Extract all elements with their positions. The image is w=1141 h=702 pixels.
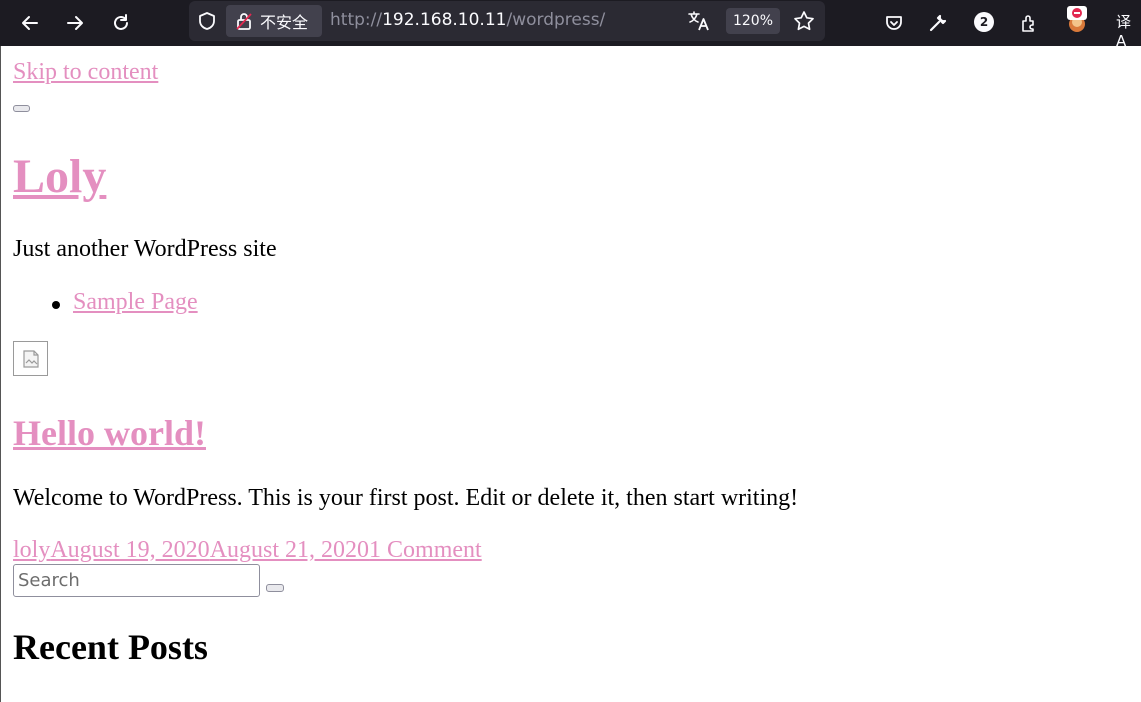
language-icon[interactable]: 译A [1116,11,1141,50]
shield-icon[interactable] [197,11,217,31]
search-input[interactable] [13,564,260,597]
browser-toolbar: 不安全 http://192.168.10.11/wordpress/ 120%… [0,0,1141,50]
post-meta: lolyAugust 19, 2020August 21, 20201 Comm… [13,537,482,564]
forward-icon[interactable] [60,8,90,38]
nav-item-sample-page[interactable]: Sample Page [73,289,198,316]
security-label: 不安全 [260,13,309,32]
url-path: /wordpress/ [506,10,606,30]
window-edge [0,46,1,702]
post-date-link[interactable]: August 19, 2020August 21, 2020 [50,537,369,563]
nav-bullet [52,301,60,309]
url-text[interactable]: http://192.168.10.11/wordpress/ [330,10,605,30]
translate-icon[interactable] [687,10,711,32]
skip-to-content-link[interactable]: Skip to content [13,59,158,86]
post-comments-link[interactable]: 1 Comment [369,537,482,563]
recent-posts-heading: Recent Posts [13,627,208,667]
url-bar[interactable]: 不安全 http://192.168.10.11/wordpress/ 120% [189,1,825,41]
insecure-lock-icon [234,11,254,31]
menu-toggle-button[interactable] [13,105,30,112]
zoom-level-button[interactable]: 120% [726,8,780,34]
pocket-icon[interactable] [879,8,909,38]
bookmark-star-icon[interactable] [793,10,815,32]
back-icon[interactable] [15,8,45,38]
updated-date: August 21, 2020 [209,537,370,563]
post-excerpt: Welcome to WordPress. This is your first… [13,485,799,511]
search-submit-button[interactable] [266,584,284,592]
site-title[interactable]: Loly [13,147,106,207]
extensions-icon[interactable] [1014,8,1044,38]
extension-badge-count[interactable]: 2 [974,12,994,32]
site-security-button[interactable]: 不安全 [226,5,322,37]
url-host: 192.168.10.11 [382,10,507,30]
post-author-link[interactable]: loly [13,537,50,563]
broken-image-icon [13,341,48,376]
wrench-icon[interactable] [923,8,953,38]
url-scheme: http:// [330,10,383,30]
avatar-icon[interactable] [1064,6,1090,34]
reload-icon[interactable] [106,8,136,38]
site-tagline: Just another WordPress site [13,236,277,262]
post-title-link[interactable]: Hello world! [13,412,206,454]
posted-date: August 19, 2020 [50,537,210,563]
